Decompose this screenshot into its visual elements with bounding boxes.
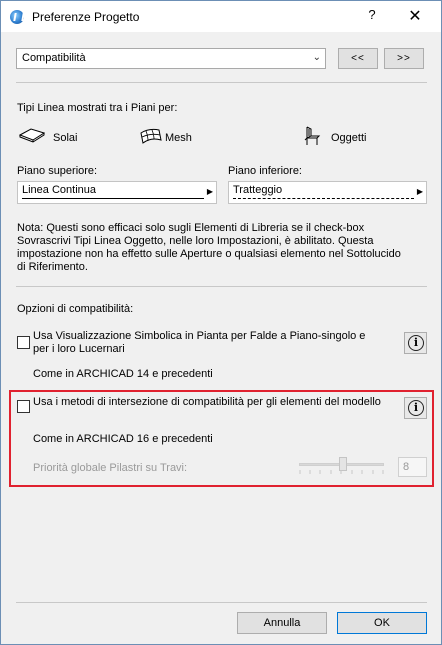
lower-story-linetype-select[interactable]: Tratteggio ▶ xyxy=(228,181,427,204)
info-icon: i xyxy=(408,335,424,351)
archicad14-note: Come in ARCHICAD 14 e precedenti xyxy=(33,368,213,380)
solai-label: Solai xyxy=(53,132,78,144)
priority-label: Priorità globale Pilastri su Travi: xyxy=(33,462,188,474)
solid-line-preview xyxy=(22,198,204,199)
window-title: Preferenze Progetto xyxy=(32,10,140,24)
line-types-note: Nota: Questi sono efficaci solo sugli El… xyxy=(17,222,401,273)
archicad-app-icon xyxy=(10,10,24,24)
info-button-intersection[interactable]: i xyxy=(404,397,427,419)
info-button-roof[interactable]: i xyxy=(404,332,427,354)
lower-linetype-value: Tratteggio xyxy=(233,184,283,196)
symbolic-roof-display-checkbox[interactable] xyxy=(17,336,30,349)
intersection-compat-label: Usa i metodi di intersezione di compatib… xyxy=(33,396,381,408)
intersection-compat-checkbox[interactable] xyxy=(17,400,30,413)
dashed-line-preview xyxy=(233,198,414,199)
preferences-dialog: Preferenze Progetto ? ✕ Compatibilità ⌄ … xyxy=(0,0,442,645)
mesh-label: Mesh xyxy=(165,132,192,144)
info-icon: i xyxy=(408,400,424,416)
lower-story-label: Piano inferiore: xyxy=(228,165,302,177)
mesh-icon xyxy=(140,128,162,144)
symbolic-roof-display-label: Usa Visualizzazione Simbolica in Pianta … xyxy=(33,330,366,355)
divider xyxy=(16,286,427,287)
triangle-right-icon: ▶ xyxy=(206,187,213,196)
previous-panel-button[interactable]: << xyxy=(338,48,378,69)
preference-panel-value: Compatibilità xyxy=(22,52,86,64)
close-button[interactable]: ✕ xyxy=(405,6,425,26)
cancel-button[interactable]: Annulla xyxy=(237,612,327,634)
ok-button[interactable]: OK xyxy=(337,612,427,634)
slab-icon xyxy=(19,128,45,143)
title-bar: Preferenze Progetto ? ✕ xyxy=(1,1,441,32)
oggetti-label: Oggetti xyxy=(331,132,367,144)
divider xyxy=(16,82,427,83)
help-button[interactable]: ? xyxy=(363,7,381,25)
priority-value-field[interactable]: 8 xyxy=(398,457,427,477)
archicad16-note: Come in ARCHICAD 16 e precedenti xyxy=(33,433,213,445)
dialog-content: Compatibilità ⌄ << >> Tipi Linea mostrat… xyxy=(1,32,441,644)
line-types-heading: Tipi Linea mostrati tra i Piani per: xyxy=(17,102,178,114)
upper-story-linetype-select[interactable]: Linea Continua ▶ xyxy=(17,181,217,204)
triangle-right-icon: ▶ xyxy=(416,187,423,196)
chair-object-icon xyxy=(304,126,321,145)
priority-slider-thumb[interactable] xyxy=(339,457,347,471)
upper-story-label: Piano superiore: xyxy=(17,165,98,177)
next-panel-button[interactable]: >> xyxy=(384,48,424,69)
chevron-down-icon: ⌄ xyxy=(312,52,321,63)
compat-heading: Opzioni di compatibilità: xyxy=(17,303,134,315)
slider-ticks xyxy=(299,470,384,474)
divider xyxy=(16,602,427,603)
preference-panel-select[interactable]: Compatibilità ⌄ xyxy=(16,48,326,69)
upper-linetype-value: Linea Continua xyxy=(22,184,97,196)
